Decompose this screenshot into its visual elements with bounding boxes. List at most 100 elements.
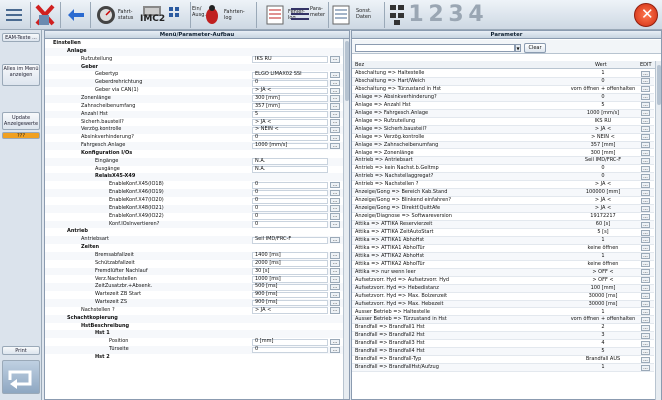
parameter-row[interactable]: Aufsetzvorr. Hyd => Hebedistanz 100 [mm].…: [352, 284, 654, 293]
edit-button[interactable]: ...: [330, 213, 340, 220]
parameter-row[interactable]: Anlage => Zonenlänge 300 [mm]...: [352, 150, 654, 158]
tree-row[interactable]: Eingänge N.A.: [45, 157, 343, 166]
close-button[interactable]: ✕: [634, 3, 658, 27]
tree-row[interactable]: Verz.Nachstellen 1000 [ms]...: [45, 276, 343, 284]
edit-button[interactable]: ...: [641, 134, 650, 141]
parameter-row[interactable]: Antrieb => Nachstellaggregat? 0...: [352, 173, 654, 182]
parameter-row[interactable]: Anlage => Anzahl Hst 5...: [352, 102, 654, 110]
edit-button[interactable]: ...: [330, 221, 340, 228]
edit-button[interactable]: ...: [641, 237, 650, 244]
print-button[interactable]: Print: [2, 346, 40, 355]
column-edit[interactable]: EDIT: [640, 61, 652, 69]
tree-row[interactable]: ZeitZusatzbr.+Absenk. 500 [ms]...: [45, 283, 343, 292]
slot-2-button[interactable]: 2: [426, 0, 446, 30]
parameter-row[interactable]: Brandfall => Brandfall-Typ Brandfall AUS.…: [352, 356, 654, 365]
edit-button[interactable]: ...: [330, 103, 340, 110]
parameter-row[interactable]: Anzeige/Gong => Blinkend einfahren? > JA …: [352, 197, 654, 206]
parameter-row[interactable]: Brandfall => Brandfall1 Hst 2...: [352, 324, 654, 333]
parameter-row[interactable]: Attika => nur wenn leer > OFF <...: [352, 268, 654, 277]
edit-button[interactable]: ...: [641, 293, 650, 300]
tree-row[interactable]: HstBeschreibung: [45, 323, 343, 331]
tree-row[interactable]: Sicherh.bausteil? > JA <...: [45, 119, 343, 127]
tree-row[interactable]: Absinkverhinderung? 0...: [45, 134, 343, 142]
edit-button[interactable]: ...: [641, 316, 650, 323]
back-button[interactable]: [2, 360, 40, 394]
edit-button[interactable]: ...: [641, 364, 650, 371]
edit-button[interactable]: ...: [641, 269, 650, 276]
column-wert[interactable]: Wert: [595, 61, 607, 69]
tree-row[interactable]: Gebertyp ELGO LIMAX02 SSI...: [45, 71, 343, 79]
parameter-row[interactable]: Abschaltung => Türzustand in Hst vorn öff…: [352, 86, 654, 94]
parameter-row[interactable]: Brandfall => Brandfall2 Hst 3...: [352, 332, 654, 341]
tree-row[interactable]: Geber: [45, 63, 343, 72]
tree-row[interactable]: Anzahl Hst 5...: [45, 110, 343, 119]
edit-button[interactable]: ...: [641, 94, 650, 101]
edit-button[interactable]: ...: [641, 340, 650, 347]
parameter-search-input[interactable]: [355, 44, 515, 52]
edit-button[interactable]: ...: [641, 150, 650, 156]
update-values-button[interactable]: Update Anzeigewerte: [2, 112, 40, 130]
parameter-row[interactable]: Brandfall => BrandfallHst/Aufzug 1...: [352, 364, 654, 373]
edit-button[interactable]: ...: [330, 189, 340, 197]
parameter-row[interactable]: Anlage => Rufzuteilung IKS RU...: [352, 118, 654, 126]
edit-button[interactable]: ...: [330, 119, 340, 126]
tree-row[interactable]: Bremsabfallzeit 1400 [ms]...: [45, 251, 343, 260]
parameter-row[interactable]: Attika => ATTIKA1 AbhoHst 1...: [352, 236, 654, 245]
edit-button[interactable]: ...: [330, 276, 340, 283]
parameter-row[interactable]: Anlage => Verzög.kontrolle > NEIN <...: [352, 134, 654, 142]
parameter-row[interactable]: Abschaltung => Hart/Weich 0...: [352, 77, 654, 86]
tree-row[interactable]: Fahrgesch.Anlage 1000 [mm/s]...: [45, 142, 343, 150]
tree-row[interactable]: Geberdrehrichtung 0...: [45, 79, 343, 88]
edit-button[interactable]: ...: [641, 221, 650, 228]
parameter-row[interactable]: Aufsetzvorr. Hyd => Max. Bolzenzeit 30000…: [352, 293, 654, 301]
tree-row[interactable]: Nachstellen ? > JA <...: [45, 307, 343, 315]
edit-button[interactable]: ...: [641, 229, 650, 236]
parameter-row[interactable]: Ausser Betrieb => Türzustand in Hst vorn …: [352, 316, 654, 325]
tree-row[interactable]: EnableKonf.X46(IO19) 0...: [45, 189, 343, 197]
edit-button[interactable]: ...: [330, 79, 340, 87]
tree-row[interactable]: Einstellen: [45, 40, 343, 48]
parameter-row[interactable]: Brandfall => Brandfall4 Hst 5...: [352, 348, 654, 357]
tree-row[interactable]: Geber via CAN(1) > JA <...: [45, 87, 343, 95]
parameter-row[interactable]: Anlage => Sicherh.bausteil? > JA <...: [352, 125, 654, 134]
parameter-row[interactable]: Attika => ATTIKA ZeitAutoStart 5 [s]...: [352, 229, 654, 237]
edit-button[interactable]: ...: [641, 324, 650, 331]
tree-row[interactable]: Konfiguration I/Os: [45, 150, 343, 158]
io-button[interactable]: [166, 0, 190, 30]
tree-row[interactable]: Rufzuteilung IKS RU...: [45, 56, 343, 64]
parameter-row[interactable]: Attika => ATTIKA2 AbholTür keine öffnen..…: [352, 261, 654, 269]
tree-row[interactable]: EnableKonf.X48(IO21) 0...: [45, 204, 343, 213]
slot-1-button[interactable]: 1: [406, 0, 426, 30]
menu-structure-scrollbar[interactable]: [343, 39, 349, 399]
edit-button[interactable]: ...: [641, 102, 650, 109]
edit-button[interactable]: ...: [330, 134, 340, 142]
parameter-row[interactable]: Anzeige/Gong => Direktf.QuittAfe > JA <..…: [352, 205, 654, 214]
slot-3-button[interactable]: 3: [446, 0, 466, 30]
parameter-button[interactable]: [288, 0, 312, 30]
tree-row[interactable]: Antrieb: [45, 228, 343, 236]
error-log-button[interactable]: [264, 0, 288, 30]
parameter-row[interactable]: Brandfall => Brandfall3 Hst 4...: [352, 340, 654, 349]
scroll-thumb[interactable]: [657, 65, 661, 105]
parameter-row[interactable]: Anzeige/Gong => Bereich Kab.Stand 100000 …: [352, 189, 654, 198]
edit-button[interactable]: ...: [641, 261, 650, 268]
bug-button[interactable]: [200, 0, 224, 30]
edit-button[interactable]: ...: [641, 110, 650, 117]
parameter-row[interactable]: Anlage => Absinkverhinderung? 0...: [352, 93, 654, 102]
tree-row[interactable]: EnableKonf.X49(IO22) 0...: [45, 213, 343, 221]
tree-row[interactable]: Schachtkopierung: [45, 314, 343, 323]
parameter-row[interactable]: Attika => ATTIKA Reservierzeit 60 [s]...: [352, 221, 654, 229]
edit-button[interactable]: ...: [330, 346, 340, 354]
edit-button[interactable]: ...: [641, 245, 650, 252]
edit-button[interactable]: ...: [330, 95, 340, 102]
parameter-row[interactable]: Antrieb => kein Nachst.b.Geltmp 0...: [352, 165, 654, 174]
clear-button[interactable]: Clear: [524, 43, 546, 53]
edit-button[interactable]: ...: [330, 71, 340, 79]
parameter-row[interactable]: Attika => ATTIKA1 AbholTür keine öffnen..…: [352, 245, 654, 253]
tree-row[interactable]: EnableKonf.X45(IO18) 0...: [45, 181, 343, 189]
edit-button[interactable]: ...: [330, 299, 340, 307]
tree-row[interactable]: Hst 1: [45, 330, 343, 339]
menu-button[interactable]: [4, 0, 28, 30]
edit-button[interactable]: ...: [641, 356, 650, 363]
edit-button[interactable]: ...: [641, 332, 650, 339]
